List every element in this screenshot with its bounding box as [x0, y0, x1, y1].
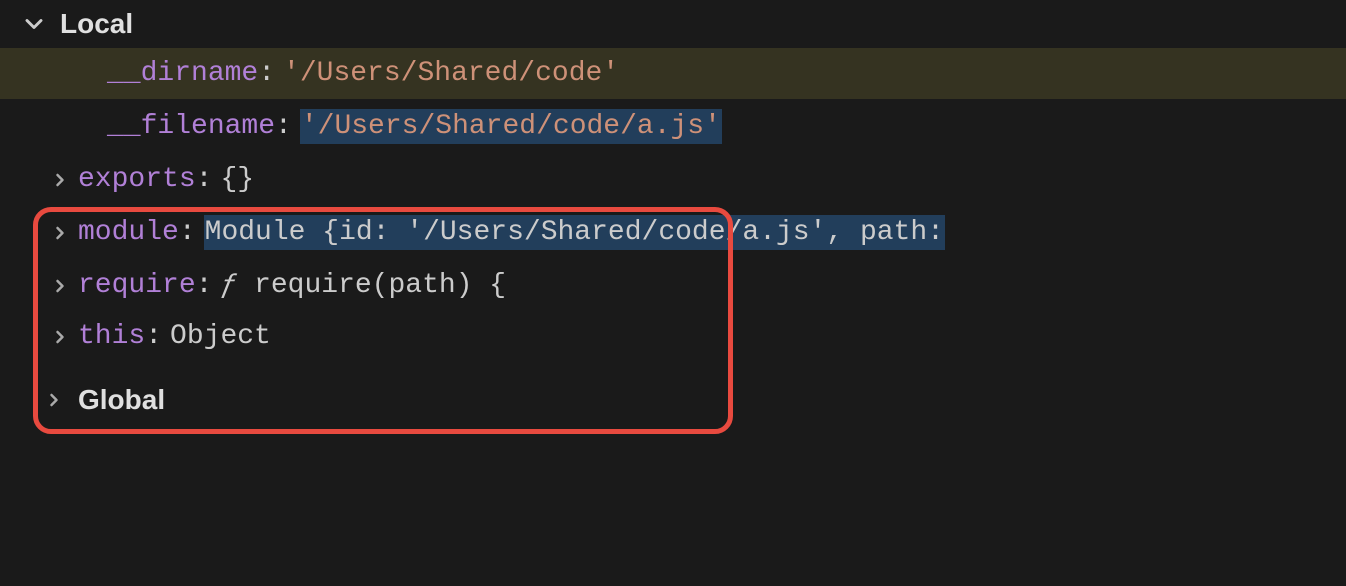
fn-symbol: ƒ	[220, 270, 237, 301]
var-name-module: module	[78, 217, 179, 248]
var-value-this: Object	[170, 321, 271, 352]
colon: :	[275, 111, 292, 142]
var-row-filename[interactable]: __filename: '/Users/Shared/code/a.js'	[0, 99, 1346, 154]
fn-signature: require(path) {	[254, 270, 506, 301]
global-scope-label: Global	[78, 384, 165, 416]
local-scope-label: Local	[60, 8, 133, 40]
chevron-right-icon	[50, 276, 70, 296]
var-name-filename: __filename	[107, 111, 275, 142]
var-value-require: ƒ require(path) {	[220, 270, 506, 301]
local-scope-header[interactable]: Local	[0, 0, 1346, 48]
chevron-right-icon	[50, 170, 70, 190]
var-name-this: this	[78, 321, 145, 352]
colon: :	[258, 58, 275, 89]
chevron-right-icon	[44, 390, 64, 410]
chevron-down-icon	[20, 10, 48, 38]
var-value-exports: {}	[220, 164, 254, 195]
var-value-filename: '/Users/Shared/code/a.js'	[300, 109, 722, 144]
colon: :	[196, 164, 213, 195]
colon: :	[145, 321, 162, 352]
var-name-require: require	[78, 270, 196, 301]
var-row-this[interactable]: this: Object	[0, 311, 1346, 362]
var-row-dirname[interactable]: __dirname: '/Users/Shared/code'	[0, 48, 1346, 99]
var-name-dirname: __dirname	[107, 58, 258, 89]
colon: :	[179, 217, 196, 248]
var-row-module[interactable]: module: Module {id: '/Users/Shared/code/…	[0, 205, 1346, 260]
var-row-exports[interactable]: exports: {}	[0, 154, 1346, 205]
var-value-module: Module {id: '/Users/Shared/code/a.js', p…	[204, 215, 945, 250]
var-row-require[interactable]: require: ƒ require(path) {	[0, 260, 1346, 311]
var-value-dirname: '/Users/Shared/code'	[283, 58, 619, 89]
var-name-exports: exports	[78, 164, 196, 195]
global-scope-header[interactable]: Global	[0, 376, 1346, 424]
chevron-right-icon	[50, 223, 70, 243]
colon: :	[196, 270, 213, 301]
chevron-right-icon	[50, 327, 70, 347]
